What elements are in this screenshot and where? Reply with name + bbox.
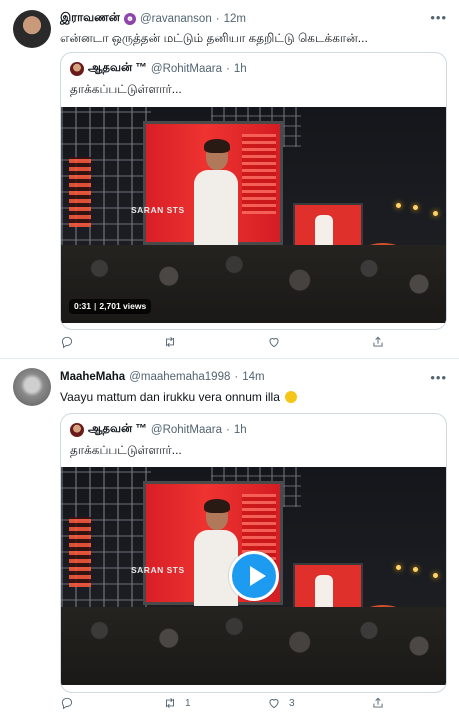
quoted-author-name: ஆதவன் ™	[88, 423, 147, 435]
video-stats-badge: 0:31 | 2,701 views	[69, 299, 152, 314]
like-button[interactable]	[267, 335, 289, 349]
quoted-author-name: ஆதவன் ™	[88, 62, 147, 74]
video-caption: SARAN STS	[131, 205, 185, 215]
share-button[interactable]	[371, 696, 385, 710]
separator-dot: ·	[226, 424, 230, 436]
tweet[interactable]: இராவணன் ☻ @ravananson · 12m ••• என்னடா ஒ…	[0, 0, 459, 358]
devil-emoji-icon: ☻	[123, 13, 136, 25]
share-icon	[373, 336, 383, 347]
quoted-tweet-text: தாக்கப்பட்டுள்ளார்...	[70, 82, 182, 96]
timestamp[interactable]: 14m	[242, 371, 264, 383]
stage-screen	[143, 121, 283, 246]
like-icon	[269, 338, 279, 348]
more-icon[interactable]: •••	[430, 370, 447, 385]
avatar[interactable]	[13, 10, 51, 48]
timestamp[interactable]: 12m	[224, 13, 246, 25]
avatar[interactable]	[13, 368, 51, 406]
video-player[interactable]: SARAN STS 0:31 | 2,701 views	[61, 107, 446, 323]
crowd	[61, 607, 446, 685]
author-handle[interactable]: @ravananson	[140, 13, 212, 25]
share-icon	[373, 697, 383, 708]
quoted-tweet-header: ஆதவன் ™ @RohitMaara · 1h	[70, 62, 247, 76]
tweet-text-content: Vaayu mattum dan irukku vera onnum illa	[60, 390, 280, 404]
author-handle[interactable]: @maahemaha1998	[129, 371, 230, 383]
play-icon[interactable]	[229, 551, 279, 601]
quoted-timestamp: 1h	[233, 63, 247, 75]
retweet-icon	[166, 698, 174, 708]
video-caption: SARAN STS	[131, 565, 185, 575]
quoted-author-handle: @RohitMaara	[150, 424, 223, 436]
stage-light	[69, 157, 91, 227]
tweet-header: MaaheMaha @maahemaha1998 · 14m	[60, 371, 265, 383]
quoted-author-handle: @RohitMaara	[150, 63, 223, 75]
like-icon	[269, 699, 279, 709]
stage-light	[69, 517, 91, 587]
quoted-tweet-header: ஆதவன் ™ @RohitMaara · 1h	[70, 423, 247, 437]
retweet-count: 1	[185, 697, 191, 709]
reply-button[interactable]	[60, 335, 82, 349]
tweet-divider	[0, 358, 459, 359]
separator-dot: ·	[215, 13, 220, 25]
reply-icon	[61, 336, 73, 349]
tweet[interactable]: MaaheMaha @maahemaha1998 · 14m ••• Vaayu…	[0, 360, 459, 718]
stage-lamp	[413, 567, 418, 572]
video-player[interactable]: SARAN STS	[61, 467, 446, 685]
laughing-face-icon	[285, 391, 298, 403]
retweet-button[interactable]: 1	[163, 696, 191, 710]
quoted-timestamp: 1h	[233, 424, 247, 436]
share-button[interactable]	[371, 335, 385, 349]
quoted-avatar	[70, 423, 84, 437]
like-button[interactable]: 3	[267, 696, 295, 710]
action-bar: 1 3	[60, 696, 400, 710]
tweet-text: Vaayu mattum dan irukku vera onnum illa	[60, 390, 298, 404]
separator-dot: ·	[226, 63, 230, 75]
speaker-figure	[194, 499, 238, 606]
author-name[interactable]: MaaheMaha	[60, 371, 125, 383]
quoted-avatar	[70, 62, 84, 76]
action-bar	[60, 335, 400, 349]
speaker-figure	[194, 139, 238, 246]
stage-lamp	[433, 573, 438, 578]
reply-button[interactable]	[60, 696, 82, 710]
retweet-button[interactable]	[163, 335, 185, 349]
tweet-header: இராவணன் ☻ @ravananson · 12m	[60, 12, 246, 26]
stage-lamp	[396, 203, 401, 208]
separator-dot: ·	[234, 371, 239, 383]
quoted-tweet-text: தாக்கப்பட்டுள்ளார்...	[70, 443, 182, 457]
video-views: 2,701 views	[99, 301, 147, 311]
video-duration: 0:31	[74, 301, 92, 311]
reply-icon	[61, 697, 73, 710]
tweet-text: என்னடா ஒருத்தன் மட்டும் தனியா கதறிட்டு க…	[60, 31, 368, 45]
stage-lamp	[413, 205, 418, 210]
quoted-tweet[interactable]: ஆதவன் ™ @RohitMaara · 1h தாக்கப்பட்டுள்ள…	[60, 413, 447, 693]
like-count: 3	[289, 697, 295, 709]
quoted-tweet[interactable]: ஆதவன் ™ @RohitMaara · 1h தாக்கப்பட்டுள்ள…	[60, 52, 447, 330]
more-icon[interactable]: •••	[430, 10, 447, 25]
stage-lamp	[433, 211, 438, 216]
retweet-icon	[166, 337, 174, 347]
stage-lamp	[396, 565, 401, 570]
author-name[interactable]: இராவணன்	[60, 12, 120, 26]
